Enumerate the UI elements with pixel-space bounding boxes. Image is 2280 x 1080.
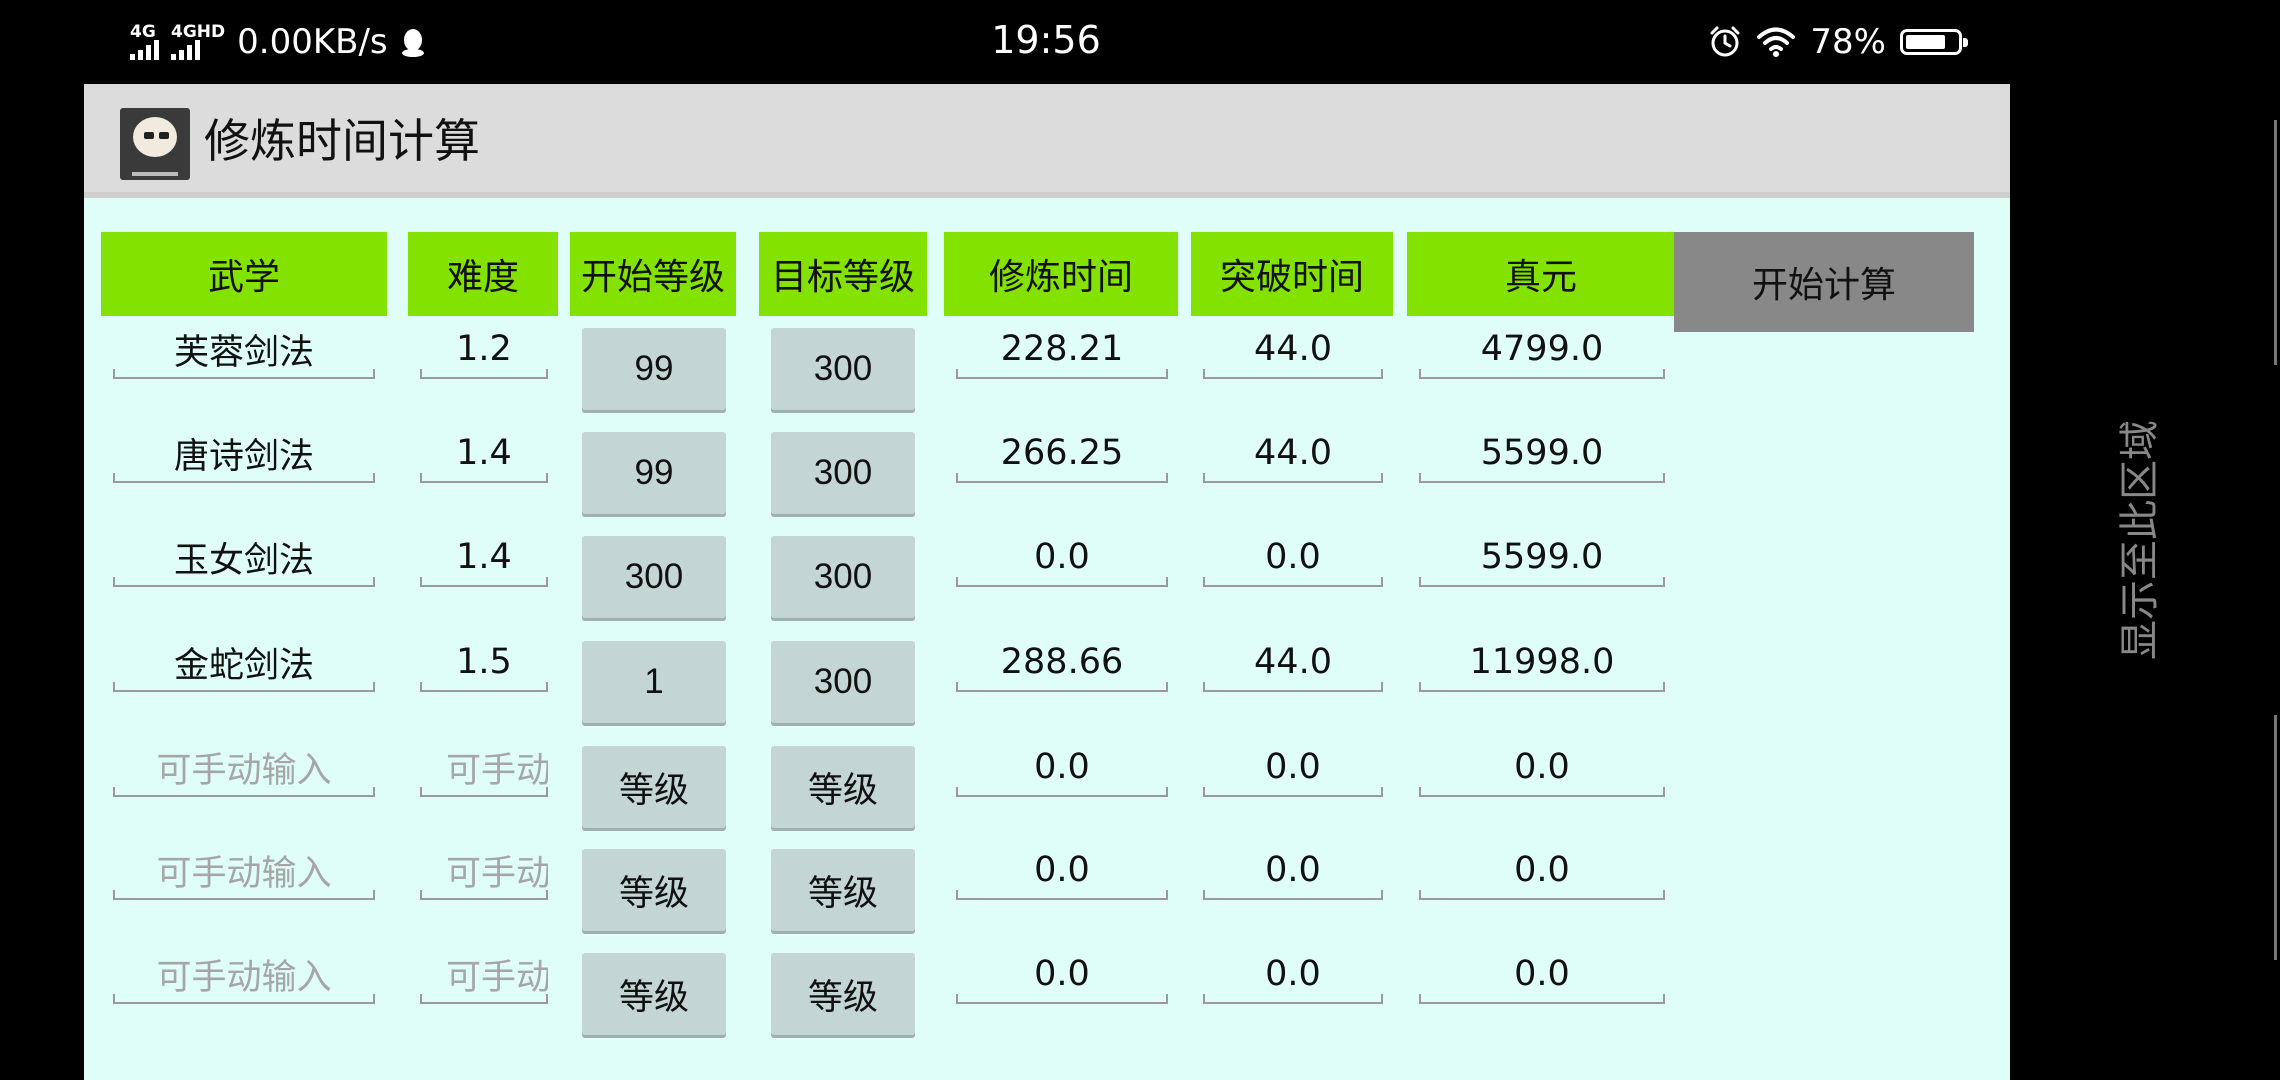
app-logo-icon bbox=[120, 108, 190, 180]
status-bar: 4G 4GHD 0.00KB/s 19:56 78% bbox=[0, 0, 2280, 84]
battery-fill bbox=[1906, 35, 1945, 49]
target-level-button[interactable]: 300 bbox=[771, 536, 915, 618]
header-zhenyuan: 真元 bbox=[1407, 232, 1675, 316]
train-time-field: 288.66 bbox=[956, 632, 1168, 692]
wifi-icon bbox=[1757, 27, 1796, 57]
header-break-time: 突破时间 bbox=[1191, 232, 1393, 316]
display-area-label: 显示至此区域 bbox=[2117, 420, 2163, 660]
zhenyuan-field: 0.0 bbox=[1419, 840, 1665, 900]
difficulty-input[interactable]: 1.4 bbox=[420, 527, 548, 587]
header-start-level: 开始等级 bbox=[570, 232, 736, 316]
break-time-field: 44.0 bbox=[1203, 632, 1383, 692]
break-time-field: 0.0 bbox=[1203, 944, 1383, 1004]
wuxue-input[interactable]: 芙蓉剑法 bbox=[113, 319, 375, 379]
start-level-button[interactable]: 1 bbox=[582, 641, 726, 723]
train-time-field: 0.0 bbox=[956, 737, 1168, 797]
difficulty-input[interactable]: 1.5 bbox=[420, 632, 548, 692]
app-window: 修炼时间计算 武学 难度 开始等级 目标等级 修炼时间 突破时间 真元 开始计算… bbox=[84, 84, 2010, 1080]
start-level-button[interactable]: 等级 bbox=[582, 746, 726, 828]
difficulty-input[interactable]: 可手动输入 bbox=[420, 944, 548, 1004]
wuxue-input[interactable]: 金蛇剑法 bbox=[113, 632, 375, 692]
train-time-field: 228.21 bbox=[956, 319, 1168, 379]
app-title: 修炼时间计算 bbox=[204, 114, 480, 168]
train-time-field: 0.0 bbox=[956, 944, 1168, 1004]
train-time-field: 0.0 bbox=[956, 840, 1168, 900]
zhenyuan-field: 5599.0 bbox=[1419, 527, 1665, 587]
battery-icon bbox=[1900, 29, 1968, 55]
header-train-time: 修炼时间 bbox=[944, 232, 1178, 316]
start-level-button[interactable]: 99 bbox=[582, 432, 726, 514]
edge-divider bbox=[2274, 715, 2277, 960]
train-time-field: 0.0 bbox=[956, 527, 1168, 587]
wuxue-input[interactable]: 可手动输入 bbox=[113, 737, 375, 797]
battery-percent: 78% bbox=[1810, 22, 1886, 62]
difficulty-input[interactable]: 可手动输入 bbox=[420, 737, 548, 797]
header-difficulty: 难度 bbox=[408, 232, 558, 316]
zhenyuan-field: 5599.0 bbox=[1419, 423, 1665, 483]
alarm-icon bbox=[1710, 26, 1740, 57]
start-level-button[interactable]: 99 bbox=[582, 328, 726, 410]
break-time-field: 44.0 bbox=[1203, 423, 1383, 483]
target-level-button[interactable]: 等级 bbox=[771, 849, 915, 931]
wuxue-input[interactable]: 可手动输入 bbox=[113, 944, 375, 1004]
difficulty-input[interactable]: 可手动输入 bbox=[420, 840, 548, 900]
break-time-field: 44.0 bbox=[1203, 319, 1383, 379]
start-calculate-button[interactable]: 开始计算 bbox=[1674, 232, 1974, 332]
zhenyuan-field: 0.0 bbox=[1419, 737, 1665, 797]
start-level-button[interactable]: 等级 bbox=[582, 953, 726, 1035]
zhenyuan-field: 0.0 bbox=[1419, 944, 1665, 1004]
wuxue-input[interactable]: 玉女剑法 bbox=[113, 527, 375, 587]
target-level-button[interactable]: 300 bbox=[771, 328, 915, 410]
break-time-field: 0.0 bbox=[1203, 527, 1383, 587]
wuxue-input[interactable]: 可手动输入 bbox=[113, 840, 375, 900]
target-level-button[interactable]: 300 bbox=[771, 641, 915, 723]
target-level-button[interactable]: 等级 bbox=[771, 746, 915, 828]
header-wuxue: 武学 bbox=[101, 232, 387, 316]
zhenyuan-field: 4799.0 bbox=[1419, 319, 1665, 379]
train-time-field: 266.25 bbox=[956, 423, 1168, 483]
wuxue-input[interactable]: 唐诗剑法 bbox=[113, 423, 375, 483]
header-target-level: 目标等级 bbox=[759, 232, 927, 316]
break-time-field: 0.0 bbox=[1203, 840, 1383, 900]
status-right: 78% bbox=[1708, 18, 1968, 66]
zhenyuan-field: 11998.0 bbox=[1419, 632, 1665, 692]
difficulty-input[interactable]: 1.2 bbox=[420, 319, 548, 379]
start-level-button[interactable]: 等级 bbox=[582, 849, 726, 931]
break-time-field: 0.0 bbox=[1203, 737, 1383, 797]
target-level-button[interactable]: 300 bbox=[771, 432, 915, 514]
difficulty-input[interactable]: 1.4 bbox=[420, 423, 548, 483]
edge-divider bbox=[2274, 120, 2277, 365]
start-level-button[interactable]: 300 bbox=[582, 536, 726, 618]
app-bar: 修炼时间计算 bbox=[84, 84, 2010, 198]
target-level-button[interactable]: 等级 bbox=[771, 953, 915, 1035]
